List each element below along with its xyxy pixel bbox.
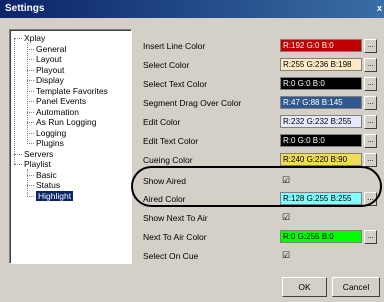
select-on-cue-label: Select On Cue <box>143 251 199 261</box>
tree-item-label: Xplay <box>24 33 46 43</box>
tree-connector <box>27 80 34 81</box>
highlight-oval <box>131 166 382 207</box>
cancel-button[interactable]: Cancel <box>332 277 380 297</box>
select-text-color-picker-button[interactable]: ... <box>364 77 377 91</box>
select-text-color-swatch[interactable]: R:0 G:0 B:0 <box>280 77 362 90</box>
tree-item-plugins[interactable]: Plugins <box>36 138 64 148</box>
tree-item-label: Logging <box>36 127 67 138</box>
tree-connector <box>14 164 22 165</box>
tree-item-as-run-logging[interactable]: As Run Logging <box>36 117 97 127</box>
window-title: Settings <box>5 3 45 14</box>
tree-item-label: As Run Logging <box>36 117 97 127</box>
tree-connector <box>27 69 34 71</box>
select-color-label: Select Color <box>143 60 190 70</box>
tree-item-highlight[interactable]: Highlight <box>36 190 74 201</box>
tree-item-label: Template Favorites <box>36 85 108 96</box>
title-bar: Settings x <box>0 0 384 18</box>
edit-color-label: Edit Color <box>143 117 181 127</box>
tree-item-template-favorites[interactable]: Template Favorites <box>36 86 108 96</box>
select-color-picker-button[interactable]: ... <box>364 58 377 72</box>
tree-item-status[interactable]: Status <box>36 180 60 190</box>
close-icon[interactable]: x <box>377 3 382 13</box>
settings-window: Settings x Xplay General Layout Playout Disp… <box>0 0 384 302</box>
tree-item-xplay[interactable]: Xplay <box>24 33 45 43</box>
tree-item-servers[interactable]: Servers <box>24 149 53 159</box>
tree-item-logging[interactable]: Logging <box>36 128 66 138</box>
tree-item-basic[interactable]: Basic <box>36 170 57 180</box>
tree-connector <box>27 169 28 197</box>
tree-item-label: Servers <box>24 148 54 159</box>
cueing-color-picker-button[interactable]: ... <box>364 153 377 167</box>
tree-connector <box>27 143 34 144</box>
tree-connector <box>27 43 28 144</box>
tree-connector <box>27 122 34 123</box>
tree-connector <box>27 101 34 102</box>
tree-connector <box>27 48 34 50</box>
ok-button[interactable]: OK <box>282 277 327 297</box>
insert-line-color-picker-button[interactable]: ... <box>364 39 377 53</box>
edit-color-picker-button[interactable]: ... <box>364 115 377 129</box>
insert-line-color-label: Insert Line Color <box>143 41 206 51</box>
tree-item-label: Basic <box>36 169 57 180</box>
tree-item-label: Highlight <box>36 190 74 201</box>
tree-connector <box>27 174 34 176</box>
tree-item-label: General <box>36 43 67 54</box>
select-text-color-label: Select Text Color <box>143 79 208 89</box>
edit-text-color-swatch[interactable]: R:0 G:0 B:0 <box>280 134 362 147</box>
tree-connector <box>27 111 34 113</box>
edit-text-color-picker-button[interactable]: ... <box>364 134 377 148</box>
tree-item-playout[interactable]: Playout <box>36 65 64 75</box>
tree-item-label: Playout <box>36 64 65 75</box>
next-to-air-color-swatch[interactable]: R:0 G:255 B:0 <box>280 230 362 243</box>
tree-item-label: Panel Events <box>36 96 87 106</box>
tree-item-label: Display <box>36 75 64 85</box>
tree-connector <box>27 185 34 186</box>
insert-line-color-swatch[interactable]: R:192 G:0 B:0 <box>280 39 362 52</box>
tree-connector <box>27 195 34 197</box>
next-to-air-color-label: Next To Air Color <box>143 232 207 242</box>
tree-item-label: Playlist <box>24 159 51 169</box>
tree-connector <box>14 153 22 155</box>
edit-text-color-label: Edit Text Color <box>143 136 199 146</box>
show-next-to-air-checkbox[interactable]: ☑ <box>282 212 292 222</box>
select-on-cue-checkbox[interactable]: ☑ <box>282 250 292 260</box>
tree-item-label: Layout <box>36 54 62 64</box>
tree-connector <box>14 38 15 164</box>
tree-item-display[interactable]: Display <box>36 75 64 85</box>
next-to-air-color-picker-button[interactable]: ... <box>364 230 377 244</box>
tree-connector <box>27 132 34 134</box>
tree-connector <box>14 38 22 39</box>
settings-tree[interactable]: Xplay General Layout Playout Display Template… <box>9 29 132 264</box>
tree-item-label: Automation <box>36 106 79 117</box>
segment-drag-over-color-label: Segment Drag Over Color <box>143 98 242 108</box>
tree-item-playlist[interactable]: Playlist <box>24 159 51 169</box>
tree-item-label: Plugins <box>36 138 64 148</box>
segment-drag-over-color-picker-button[interactable]: ... <box>364 96 377 110</box>
show-next-to-air-label: Show Next To Air <box>143 213 208 223</box>
tree-connector <box>27 59 34 60</box>
cueing-color-swatch[interactable]: R:240 G:220 B:90 <box>280 153 362 166</box>
tree-item-panel-events[interactable]: Panel Events <box>36 96 86 106</box>
segment-drag-over-color-swatch[interactable]: R:47 G:88 B:145 <box>280 96 362 109</box>
tree-item-label: Status <box>36 180 61 190</box>
edit-color-swatch[interactable]: R:232 G:232 B:255 <box>280 115 362 128</box>
tree-item-general[interactable]: General <box>36 44 66 54</box>
select-color-swatch[interactable]: R:255 G:236 B:198 <box>280 58 362 71</box>
tree-item-automation[interactable]: Automation <box>36 107 79 117</box>
tree-item-layout[interactable]: Layout <box>36 54 62 64</box>
cueing-color-label: Cueing Color <box>143 155 193 165</box>
tree-connector <box>27 90 34 92</box>
